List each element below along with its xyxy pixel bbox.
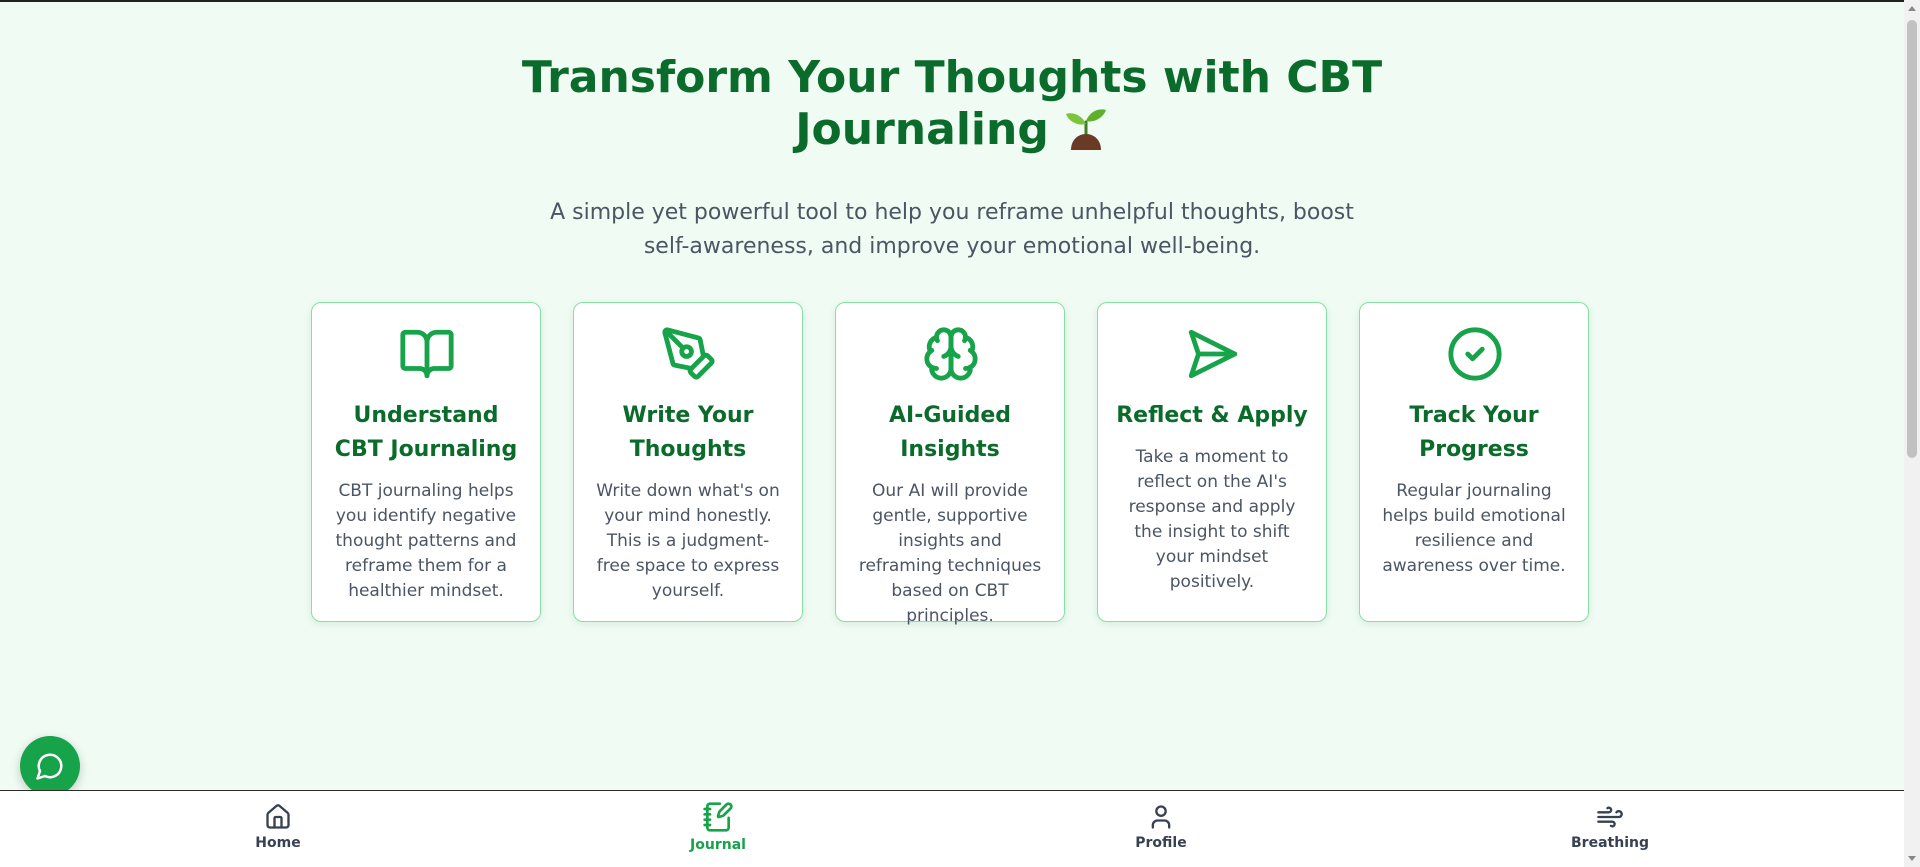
nav-item-home[interactable]: Home bbox=[208, 803, 348, 851]
nav-label: Profile bbox=[1135, 835, 1187, 851]
page-title-line1: Transform Your Thoughts with CBT bbox=[521, 52, 1383, 103]
nav-item-journal[interactable]: Journal bbox=[648, 801, 788, 853]
feature-card-write: Write Your Thoughts Write down what's on… bbox=[573, 302, 803, 622]
user-icon bbox=[1151, 805, 1171, 829]
feature-card-title: AI-Guided Insights bbox=[888, 403, 1012, 462]
page-title-line2: Journaling bbox=[795, 104, 1049, 155]
vertical-scrollbar[interactable] bbox=[1904, 0, 1920, 867]
feature-card-title: Track Your Progress bbox=[1409, 403, 1539, 462]
scroll-up-arrow-icon[interactable] bbox=[1908, 6, 1916, 11]
notebook-pen-icon bbox=[703, 802, 733, 832]
scroll-down-arrow-icon[interactable] bbox=[1908, 856, 1916, 861]
feature-card-progress: Track Your Progress Regular journaling h… bbox=[1359, 302, 1589, 622]
feature-card-title: Write Your Thoughts bbox=[622, 403, 754, 462]
brain-icon bbox=[922, 325, 980, 383]
check-circle-icon bbox=[1446, 325, 1504, 383]
feature-card-ai-insights: AI-Guided Insights Our AI will provide g… bbox=[835, 302, 1065, 626]
nav-item-profile[interactable]: Profile bbox=[1091, 803, 1231, 851]
message-circle-icon bbox=[36, 753, 63, 780]
feature-card-text: Write down what's on your mind honestly.… bbox=[596, 481, 780, 601]
chat-button[interactable] bbox=[20, 736, 80, 796]
page-title-line2-wrap: Journaling bbox=[0, 104, 1904, 156]
sprout-icon bbox=[1063, 104, 1109, 150]
page-subtitle: A simple yet powerful tool to help you r… bbox=[550, 200, 1354, 259]
feature-card-text: Regular journaling helps build emotional… bbox=[1382, 481, 1566, 576]
bottom-navigation: Home Journal Profile Breathing bbox=[0, 790, 1904, 867]
book-open-icon bbox=[398, 325, 456, 383]
feature-card-text: Our AI will provide gentle, supportive i… bbox=[858, 481, 1042, 626]
nav-label: Breathing bbox=[1571, 835, 1649, 851]
nav-item-breathing[interactable]: Breathing bbox=[1540, 803, 1680, 851]
feature-card-title: Reflect & Apply bbox=[1116, 403, 1308, 428]
pen-tool-icon bbox=[660, 325, 718, 383]
nav-label: Journal bbox=[690, 837, 746, 853]
feature-card-title: Understand CBT Journaling bbox=[334, 403, 518, 462]
home-icon bbox=[266, 804, 290, 829]
scrollbar-thumb[interactable] bbox=[1907, 20, 1917, 458]
feature-card-text: Take a moment to reflect on the AI's res… bbox=[1128, 447, 1296, 592]
wind-icon bbox=[1597, 806, 1623, 828]
main-content: Transform Your Thoughts with CBT Journal… bbox=[0, 0, 1904, 796]
feature-card-text: CBT journaling helps you identify negati… bbox=[335, 481, 517, 601]
page-title: Transform Your Thoughts with CBT Journal… bbox=[0, 52, 1904, 156]
send-icon bbox=[1184, 325, 1242, 383]
nav-label: Home bbox=[255, 835, 301, 851]
feature-card-reflect: Reflect & Apply Take a moment to reflect… bbox=[1097, 302, 1327, 622]
feature-card-understand: Understand CBT Journaling CBT journaling… bbox=[311, 302, 541, 622]
